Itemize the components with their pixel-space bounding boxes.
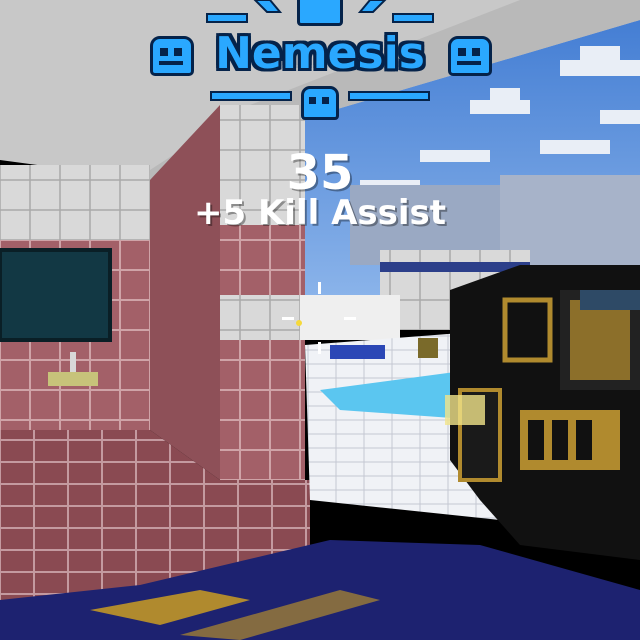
distant-player: [418, 338, 438, 358]
crosshair-right: [344, 317, 356, 320]
sink-tap: [70, 352, 76, 372]
kill-assist-message: +5 Kill Assist: [193, 193, 447, 233]
crosshair-bottom: [318, 342, 321, 354]
skull-icon: [150, 36, 194, 76]
crosshair-dot: [296, 320, 302, 326]
skull-icon: [297, 0, 343, 26]
skull-icon: [448, 36, 492, 76]
back-wall-upper: [0, 165, 150, 240]
sink: [48, 372, 98, 386]
skull-icon: [301, 86, 339, 120]
crosshair-top: [318, 282, 321, 294]
crosshair-left: [282, 317, 294, 320]
crosshair-icon: [280, 280, 360, 360]
killstreak-title: Nemesis: [215, 28, 425, 79]
window: [0, 248, 112, 342]
